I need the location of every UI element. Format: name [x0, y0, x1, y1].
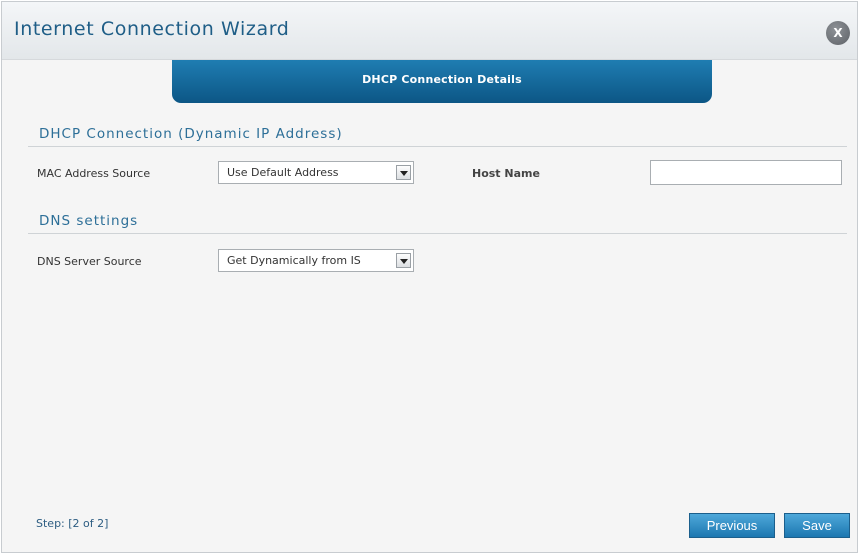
dialog-title: Internet Connection Wizard — [14, 18, 290, 40]
mac-address-source-value: Use Default Address — [227, 166, 339, 179]
close-icon: X — [833, 26, 843, 40]
step-indicator: Step: [2 of 2] — [36, 517, 109, 530]
close-button[interactable]: X — [826, 21, 850, 45]
previous-button[interactable]: Previous — [689, 513, 775, 538]
dns-section-title: DNS settings — [39, 213, 139, 229]
save-button[interactable]: Save — [784, 513, 850, 538]
title-bar: Internet Connection Wizard X — [2, 2, 857, 60]
step-banner: DHCP Connection Details — [172, 60, 712, 103]
dns-server-source-select[interactable]: Get Dynamically from IS — [218, 249, 414, 272]
dhcp-section-divider — [28, 146, 847, 147]
host-name-input[interactable] — [650, 160, 842, 185]
wizard-dialog: Internet Connection Wizard X DHCP Connec… — [1, 1, 858, 553]
dns-server-source-label: DNS Server Source — [37, 255, 142, 268]
mac-address-source-select[interactable]: Use Default Address — [218, 161, 414, 184]
dhcp-section-title: DHCP Connection (Dynamic IP Address) — [39, 126, 343, 142]
chevron-down-icon[interactable] — [396, 165, 411, 180]
mac-address-source-label: MAC Address Source — [37, 167, 151, 180]
dns-section-divider — [28, 233, 847, 234]
chevron-down-icon[interactable] — [396, 253, 411, 268]
dns-server-source-value: Get Dynamically from IS — [227, 254, 361, 267]
host-name-label: Host Name — [472, 167, 540, 180]
